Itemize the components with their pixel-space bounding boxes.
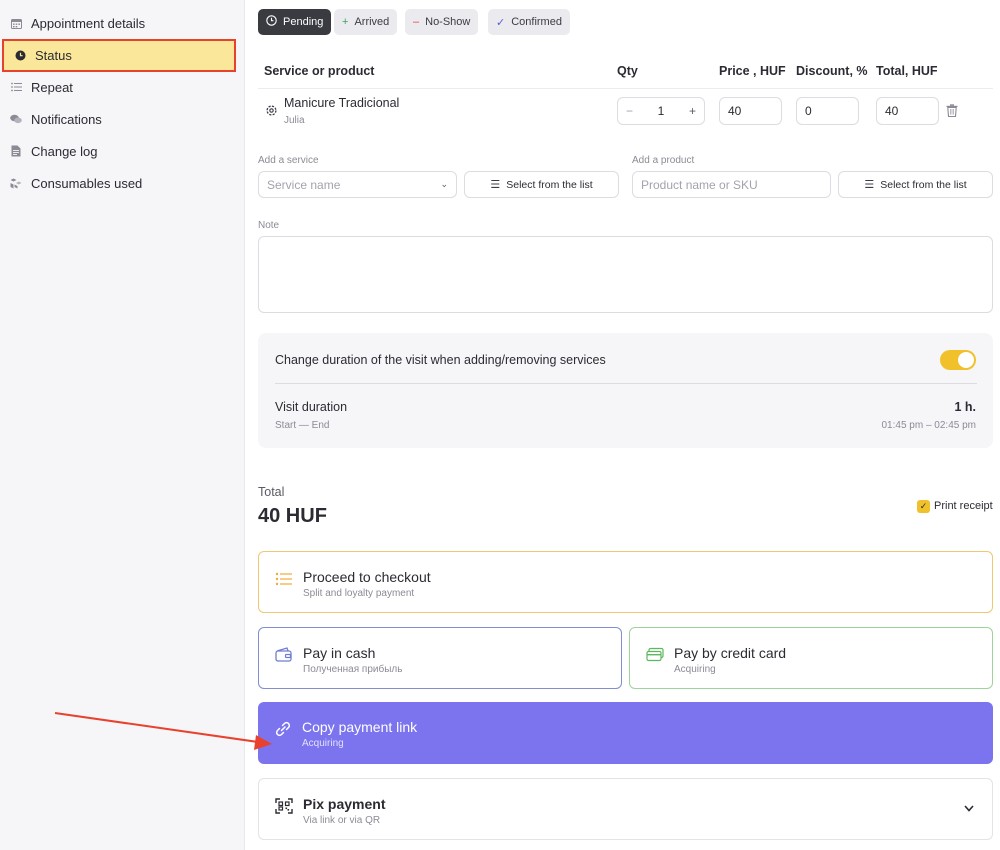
sidebar-item-change-log[interactable]: Change log — [0, 135, 245, 167]
sidebar-item-appointment-details[interactable]: Appointment details — [0, 7, 245, 39]
sidebar-item-notifications[interactable]: Notifications — [0, 103, 245, 135]
list-icon: ☰ — [864, 179, 875, 191]
document-icon — [10, 145, 22, 157]
list-icon — [10, 81, 22, 93]
proceed-to-checkout-button[interactable]: Proceed to checkout Split and loyalty pa… — [258, 551, 993, 613]
price-input[interactable]: 40 — [719, 97, 782, 125]
credit-card-icon — [646, 647, 664, 662]
qr-icon — [275, 798, 293, 814]
list-icon: ☰ — [490, 179, 501, 191]
sidebar-item-repeat[interactable]: Repeat — [0, 71, 245, 103]
chevron-down-icon[interactable] — [964, 805, 974, 812]
sidebar-item-label: Status — [35, 48, 72, 63]
note-label: Note — [258, 220, 280, 231]
duration-toggle-label: Change duration of the visit when adding… — [275, 353, 606, 367]
add-product-label: Add a product — [632, 155, 695, 166]
quantity-stepper[interactable]: − 1 + — [617, 97, 705, 125]
total-input[interactable]: 40 — [876, 97, 939, 125]
link-icon — [275, 721, 291, 737]
divider — [275, 383, 977, 384]
plus-icon: + — [342, 16, 349, 28]
status-chip-arrived[interactable]: + Arrived — [334, 9, 398, 35]
sidebar-item-consumables-used[interactable]: Consumables used — [0, 167, 245, 199]
quantity-value: 1 — [657, 104, 665, 118]
header-service: Service or product — [264, 64, 375, 78]
header-qty: Qty — [617, 64, 638, 78]
list-icon — [275, 572, 292, 586]
sidebar-item-label: Repeat — [31, 79, 73, 95]
visit-duration-label: Visit duration — [275, 400, 348, 414]
check-icon: ✓ — [496, 16, 506, 29]
sidebar-item-status[interactable]: Status — [2, 39, 236, 72]
main-panel: Pending + Arrived – No-Show ✓ Confirmed … — [245, 0, 1000, 850]
visit-duration-value: 1 h. — [954, 400, 976, 414]
sidebar: Appointment details Status Repeat Notifi… — [0, 0, 245, 850]
boxes-icon — [10, 177, 22, 189]
duration-panel: Change duration of the visit when adding… — [258, 333, 993, 448]
clock-icon — [266, 15, 277, 29]
sidebar-item-label: Appointment details — [31, 15, 146, 31]
chat-icon — [10, 113, 22, 125]
visit-duration-sub: Start — End — [275, 420, 330, 431]
discount-input[interactable]: 0 — [796, 97, 859, 125]
sidebar-item-label: Change log — [31, 143, 98, 159]
print-receipt-label: Print receipt — [934, 500, 993, 512]
note-textarea[interactable] — [258, 236, 993, 313]
select-service-from-list-button[interactable]: ☰ Select from the list — [464, 171, 619, 198]
calendar-icon — [10, 17, 22, 29]
decrement-button[interactable]: − — [626, 104, 633, 118]
sidebar-item-label: Notifications — [31, 111, 102, 127]
header-price: Price , HUF — [719, 64, 786, 78]
minus-icon: – — [413, 16, 420, 28]
copy-payment-link-button[interactable]: Copy payment link Acquiring — [258, 702, 993, 764]
pay-by-credit-card-button[interactable]: Pay by credit card Acquiring — [629, 627, 993, 689]
trash-icon[interactable] — [946, 104, 958, 117]
total-label: Total — [258, 485, 285, 499]
duration-toggle[interactable] — [940, 350, 976, 370]
chevron-down-icon: ⌄ — [440, 179, 448, 189]
pay-in-cash-button[interactable]: Pay in cash Полученная прибыль — [258, 627, 622, 689]
add-service-label: Add a service — [258, 155, 319, 166]
clock-icon — [14, 50, 26, 62]
service-name: Manicure Tradicional — [284, 96, 400, 110]
visit-duration-time: 01:45 pm – 02:45 pm — [881, 420, 976, 431]
print-receipt-checkbox[interactable]: ✓ — [917, 500, 930, 513]
service-search-select[interactable]: Service name ⌄ — [258, 171, 457, 198]
status-chip-pending[interactable]: Pending — [258, 9, 332, 35]
status-chip-confirmed[interactable]: ✓ Confirmed — [488, 9, 570, 35]
header-discount: Discount, % — [796, 64, 868, 78]
increment-button[interactable]: + — [689, 104, 696, 118]
staff-name: Julia — [284, 115, 305, 126]
select-product-from-list-button[interactable]: ☰ Select from the list — [838, 171, 993, 198]
header-total: Total, HUF — [876, 64, 938, 78]
divider — [258, 88, 993, 89]
total-value: 40 HUF — [258, 505, 327, 527]
wallet-icon — [275, 647, 292, 662]
product-search-input[interactable]: Product name or SKU — [632, 171, 831, 198]
pix-payment-button[interactable]: Pix payment Via link or via QR — [258, 778, 993, 840]
sidebar-item-label: Consumables used — [31, 175, 143, 191]
gear-icon[interactable] — [265, 104, 278, 117]
status-chip-no-show[interactable]: – No-Show — [405, 9, 479, 35]
